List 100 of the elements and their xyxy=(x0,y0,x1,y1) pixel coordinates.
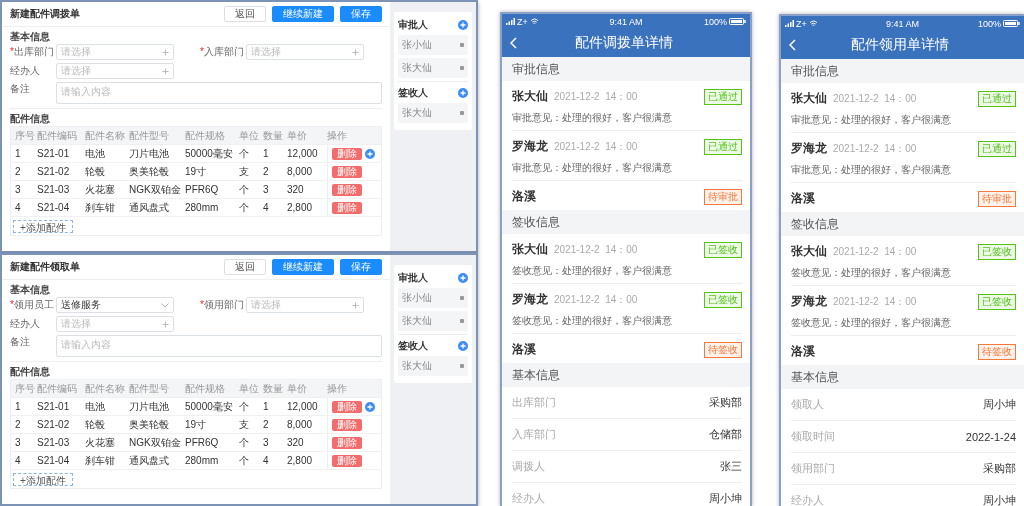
field-label: 经办人 xyxy=(791,493,824,506)
delete-button[interactable]: 删除 xyxy=(332,147,362,160)
column-header: 配件编码 xyxy=(37,381,78,396)
table-cell-text: 支 xyxy=(239,417,250,432)
primary-button[interactable]: 继续新建 xyxy=(272,259,334,275)
picker-field[interactable]: 请选择 xyxy=(56,63,174,79)
record-time: 2021-12-2 14：00 xyxy=(833,91,918,106)
table-cell-text: 12,000 xyxy=(287,148,319,159)
picker-field[interactable]: 请选择 xyxy=(246,297,364,313)
table-cell-text: 1 xyxy=(15,401,22,412)
column-header: 配件规格 xyxy=(185,128,226,143)
record-time: 2021-12-2 14：00 xyxy=(554,89,639,104)
person-name: 张大仙 xyxy=(791,90,827,107)
column-header: 单价 xyxy=(287,381,308,396)
table-cell-text: 4 xyxy=(15,202,22,213)
field-label: 入库部门 xyxy=(512,427,556,442)
wifi-icon xyxy=(529,18,539,25)
add-part-button[interactable]: +添加配件 xyxy=(13,473,73,486)
back-icon[interactable] xyxy=(789,39,796,51)
field-label: 备注 xyxy=(10,82,31,96)
status-tag: 待签收 xyxy=(978,343,1016,360)
table-cell-text: 50000毫安 xyxy=(185,146,234,161)
comment-text: 签收意见：处理的很好，客户很满意 xyxy=(791,316,952,330)
remark-field[interactable]: 请输入内容 xyxy=(56,82,382,104)
table-cell-text: 2 xyxy=(263,419,270,430)
column-header: 单位 xyxy=(239,381,260,396)
field-label: 领取时间 xyxy=(791,429,835,444)
field-label: *出库部门 xyxy=(10,45,55,59)
column-header: 单价 xyxy=(287,128,308,143)
back-button[interactable]: 返回 xyxy=(224,6,266,22)
picker-field[interactable]: 请选择 xyxy=(246,44,364,60)
plus-icon xyxy=(352,301,359,309)
status-tag: 已签收 xyxy=(704,241,742,258)
person-name: 张大仙 xyxy=(512,88,548,105)
primary-button[interactable]: 继续新建 xyxy=(272,6,334,22)
back-icon[interactable] xyxy=(510,37,517,49)
table-cell-text: 50000毫安 xyxy=(185,399,234,414)
picker-field[interactable]: 请选择 xyxy=(56,316,174,332)
add-circle-icon[interactable] xyxy=(458,341,468,351)
section-title: 基本信息 xyxy=(10,30,51,44)
table-cell-text: 2,800 xyxy=(287,455,314,466)
field-label: 经办人 xyxy=(10,64,41,78)
add-circle-icon[interactable] xyxy=(365,401,375,412)
signal-icon xyxy=(785,20,794,27)
carrier-label: Z+ xyxy=(517,16,528,27)
comment-text: 签收意见：处理的很好，客户很满意 xyxy=(512,264,673,278)
field-value: 张三 xyxy=(720,459,742,474)
table-cell-text: 支 xyxy=(239,164,250,179)
field-value: 周小坤 xyxy=(709,491,742,506)
table-cell-text: 通风盘式 xyxy=(129,453,170,468)
section-title: 配件信息 xyxy=(10,112,51,126)
add-part-button[interactable]: +添加配件 xyxy=(13,220,73,233)
panel-title: 审批人 xyxy=(398,18,428,32)
person-chip[interactable]: 张大仙 xyxy=(398,103,468,123)
table-cell-text: 8,000 xyxy=(287,419,314,430)
field-label: 调拨人 xyxy=(512,459,545,474)
delete-button[interactable]: 删除 xyxy=(332,201,362,214)
add-circle-icon[interactable] xyxy=(458,20,468,30)
person-chip[interactable]: 张大仙 xyxy=(398,356,468,376)
screen-title: 配件调拨单详情 xyxy=(573,34,674,52)
chevron-down-icon xyxy=(161,302,169,308)
delete-button[interactable]: 删除 xyxy=(332,418,362,431)
delete-button[interactable]: 删除 xyxy=(332,183,362,196)
section-header: 基本信息 xyxy=(781,365,1024,389)
comment-text: 审批意见：处理的很好，客户很满意 xyxy=(512,161,673,175)
field-label: 领用部门 xyxy=(791,461,835,476)
person-chip[interactable]: 张小仙 xyxy=(398,35,468,55)
primary-button[interactable]: 保存 xyxy=(340,6,382,22)
add-circle-icon[interactable] xyxy=(458,273,468,283)
table-cell-text: 280mm xyxy=(185,202,220,213)
person-chip[interactable]: 张大仙 xyxy=(398,58,468,78)
person-chip[interactable]: 张小仙 xyxy=(398,288,468,308)
delete-button[interactable]: 删除 xyxy=(332,454,362,467)
picker-field[interactable]: 请选择 xyxy=(56,44,174,60)
back-button[interactable]: 返回 xyxy=(224,259,266,275)
column-header: 配件名称 xyxy=(85,381,126,396)
add-circle-icon[interactable] xyxy=(458,88,468,98)
delete-button[interactable]: 删除 xyxy=(332,165,362,178)
add-circle-icon[interactable] xyxy=(365,148,375,159)
select-field[interactable]: 送修服务 xyxy=(56,297,174,313)
table-cell-text: 通风盘式 xyxy=(129,200,170,215)
delete-button[interactable]: 删除 xyxy=(332,400,362,413)
section-header: 审批信息 xyxy=(781,59,1024,83)
delete-button[interactable]: 删除 xyxy=(332,436,362,449)
table-cell-text: 火花塞 xyxy=(85,435,116,450)
table-cell-text: 3 xyxy=(15,184,22,195)
plus-icon xyxy=(352,48,359,56)
record-time: 2021-12-2 14：00 xyxy=(554,242,639,257)
plus-icon xyxy=(162,48,169,56)
table-cell-text: 刀片电池 xyxy=(129,399,170,414)
person-name: 洛溪 xyxy=(512,341,536,358)
section-header: 基本信息 xyxy=(502,363,750,387)
status-tag: 已签收 xyxy=(704,291,742,308)
field-value: 2022-1-24 xyxy=(965,430,1016,443)
person-name: 洛溪 xyxy=(512,188,536,205)
person-chip[interactable]: 张大仙 xyxy=(398,311,468,331)
table-cell-text: 电池 xyxy=(85,146,106,161)
remark-field[interactable]: 请输入内容 xyxy=(56,335,382,357)
primary-button[interactable]: 保存 xyxy=(340,259,382,275)
table-cell-text: S21-03 xyxy=(37,437,71,448)
